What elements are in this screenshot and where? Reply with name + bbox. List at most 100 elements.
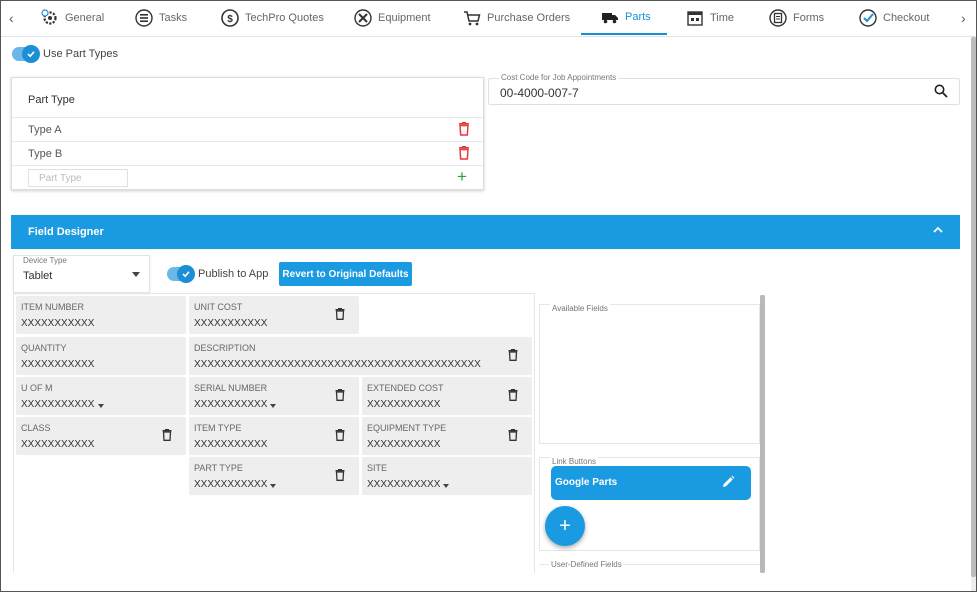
field-label: UNIT COST — [194, 302, 243, 312]
clipboard-icon — [769, 9, 787, 27]
delete-icon[interactable] — [458, 146, 470, 163]
chevron-up-icon[interactable] — [933, 223, 943, 237]
cost-code-label: Cost Code for Job Appointments — [499, 73, 619, 82]
delete-icon[interactable] — [335, 429, 345, 444]
tabs-scroll-right-icon[interactable]: › — [961, 10, 966, 26]
dollar-bubble-icon: $ — [221, 9, 239, 27]
field-label: CLASS — [21, 423, 51, 433]
field-value: XXXXXXXXXXX — [194, 399, 268, 410]
toggle-switch[interactable] — [12, 45, 40, 63]
device-type-value: Tablet — [23, 270, 53, 282]
field-value: XXXXXXXXXXX — [21, 439, 95, 450]
field-item-type[interactable]: ITEM TYPE XXXXXXXXXXX — [189, 417, 359, 455]
add-link-button[interactable]: + — [545, 506, 585, 546]
field-quantity[interactable]: QUANTITY XXXXXXXXXXX — [16, 337, 186, 375]
tab-purchase-orders[interactable]: Purchase Orders — [463, 1, 570, 35]
delete-icon[interactable] — [335, 389, 345, 404]
field-description[interactable]: DESCRIPTION XXXXXXXXXXXXXXXXXXXXXXXXXXXX… — [189, 337, 532, 375]
user-defined-fields-label: User-Defined Fields — [549, 560, 624, 569]
field-label: DESCRIPTION — [194, 343, 256, 353]
available-fields-label: Available Fields — [550, 304, 610, 313]
delete-icon[interactable] — [508, 389, 518, 404]
field-value: XXXXXXXXXXX — [21, 359, 95, 370]
field-value: XXXXXXXXXXX — [194, 479, 268, 490]
user-defined-fields-panel: User-Defined Fields — [539, 560, 760, 584]
dropdown-caret-icon — [132, 272, 140, 277]
tab-bar: ‹ General Tasks $ TechPro Quotes Equipme… — [1, 1, 976, 37]
field-serial-number[interactable]: SERIAL NUMBER XXXXXXXXXXX — [189, 377, 359, 415]
tools-icon — [354, 9, 372, 27]
add-icon[interactable]: + — [457, 167, 467, 187]
field-class[interactable]: CLASS XXXXXXXXXXX — [16, 417, 186, 455]
field-value: XXXXXXXXXXX — [367, 439, 441, 450]
tab-label: Checkout — [883, 12, 930, 24]
publish-to-app-label: Publish to App — [198, 268, 269, 280]
page-scrollbar[interactable] — [971, 37, 976, 591]
field-value: XXXXXXXXXXX — [367, 399, 441, 410]
device-type-select[interactable]: Device Type Tablet — [13, 255, 150, 293]
tab-forms[interactable]: Forms — [769, 1, 824, 35]
field-unit-cost[interactable]: UNIT COST XXXXXXXXXXX — [189, 296, 359, 334]
side-panel-scrollbar-thumb[interactable] — [760, 295, 765, 573]
field-equipment-type[interactable]: EQUIPMENT TYPE XXXXXXXXXXX — [362, 417, 532, 455]
field-label: SITE — [367, 463, 388, 473]
field-label: QUANTITY — [21, 343, 67, 353]
check-circle-icon — [859, 9, 877, 27]
delete-icon[interactable] — [508, 429, 518, 444]
field-item-number[interactable]: ITEM NUMBER XXXXXXXXXXX — [16, 296, 186, 334]
field-label: U OF M — [21, 383, 53, 393]
field-part-type[interactable]: PART TYPE XXXXXXXXXXX — [189, 457, 359, 495]
google-parts-link-button[interactable]: Google Parts — [551, 466, 751, 500]
tabs-scroll-left-icon[interactable]: ‹ — [9, 10, 14, 26]
pencil-icon[interactable] — [721, 475, 735, 492]
new-part-type-row: Part Type + — [12, 165, 483, 190]
calendar-icon — [686, 9, 704, 27]
field-value: XXXXXXXXXXX — [194, 318, 268, 329]
toggle-switch[interactable] — [167, 265, 195, 283]
field-designer-title: Field Designer — [28, 226, 104, 238]
tab-label: Parts — [625, 11, 651, 23]
part-type-panel: Part Type Type A Type B Part Type + — [11, 77, 484, 190]
field-layout-grid: ITEM NUMBER XXXXXXXXXXX UNIT COST XXXXXX… — [13, 293, 535, 573]
cost-code-field[interactable]: Cost Code for Job Appointments 00-4000-0… — [488, 73, 960, 105]
check-icon — [22, 45, 40, 63]
field-value: XXXXXXXXXXX — [21, 318, 95, 329]
plus-icon: + — [559, 514, 571, 537]
tab-label: Equipment — [378, 12, 431, 24]
page-scrollbar-thumb[interactable] — [971, 37, 976, 577]
tab-equipment[interactable]: Equipment — [354, 1, 431, 35]
tab-time[interactable]: Time — [686, 1, 734, 35]
delete-icon[interactable] — [335, 469, 345, 484]
delete-icon[interactable] — [458, 122, 470, 139]
field-site[interactable]: SITE XXXXXXXXXXX — [362, 457, 532, 495]
tab-tasks[interactable]: Tasks — [135, 1, 187, 35]
delete-icon[interactable] — [335, 308, 345, 323]
available-fields-panel: Available Fields — [539, 304, 760, 444]
part-type-input[interactable]: Part Type — [28, 169, 128, 187]
publish-to-app-toggle[interactable]: Publish to App — [167, 265, 269, 283]
tab-label: Time — [710, 12, 735, 24]
tab-parts[interactable]: Parts — [581, 1, 667, 35]
tab-label: TechPro Quotes — [245, 12, 324, 24]
dropdown-caret-icon — [98, 404, 104, 408]
app-frame: ‹ General Tasks $ TechPro Quotes Equipme… — [0, 0, 977, 592]
field-extended-cost[interactable]: EXTENDED COST XXXXXXXXXXX — [362, 377, 532, 415]
search-icon[interactable] — [934, 84, 948, 101]
tab-general[interactable]: General — [41, 1, 104, 35]
delete-icon[interactable] — [162, 429, 172, 444]
field-designer-header[interactable]: Field Designer — [11, 215, 960, 249]
revert-defaults-button[interactable]: Revert to Original Defaults — [279, 262, 412, 286]
tab-label: Tasks — [159, 12, 188, 24]
use-part-types-toggle[interactable]: Use Part Types — [12, 45, 118, 63]
dropdown-caret-icon — [270, 484, 276, 488]
field-label: EXTENDED COST — [367, 383, 444, 393]
cart-icon — [463, 9, 481, 27]
field-label: SERIAL NUMBER — [194, 383, 268, 393]
tab-checkout[interactable]: Checkout — [859, 1, 929, 35]
field-u-of-m[interactable]: U OF M XXXXXXXXXXX — [16, 377, 186, 415]
tab-label: Purchase Orders — [487, 12, 571, 24]
tab-techpro-quotes[interactable]: $ TechPro Quotes — [221, 1, 324, 35]
delete-icon[interactable] — [508, 349, 518, 364]
svg-text:$: $ — [227, 14, 233, 25]
part-type-name: Type A — [28, 124, 62, 136]
